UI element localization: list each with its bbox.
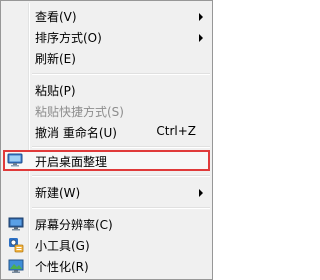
shortcut-key-label: Ctrl+Z: [156, 124, 196, 138]
menu-item-gadgets-label: 小工具(G): [35, 239, 90, 253]
submenu-arrow-icon: [199, 34, 203, 42]
menu-separator: [32, 175, 210, 177]
menu-item-paste-shortcut-label: 粘贴快捷方式(S): [35, 105, 124, 119]
menu-item-new-label: 新建(W): [35, 186, 81, 200]
display-icon: [8, 216, 24, 232]
menu-item-paste-shortcut: 粘贴快捷方式(S): [3, 100, 210, 122]
menu-item-personalize[interactable]: 个性化(R): [3, 255, 210, 277]
gadgets-icon: [8, 237, 24, 253]
menu-item-sort-label: 排序方式(O): [35, 31, 102, 45]
menu-separator: [32, 73, 210, 75]
menu-item-refresh[interactable]: 刷新(E): [3, 47, 210, 69]
monitor-icon: [7, 152, 23, 168]
menu-item-new[interactable]: 新建(W): [3, 181, 210, 203]
menu-separator: [32, 207, 210, 209]
menu-item-view[interactable]: 查看(V): [3, 5, 210, 27]
menu-item-sort[interactable]: 排序方式(O): [3, 26, 210, 48]
desktop-context-menu: 查看(V) 排序方式(O) 刷新(E) 粘贴(P) 粘贴快捷方式(S) 撤消 重…: [0, 0, 213, 280]
menu-item-open-desktop-organizer-label: 开启桌面整理: [35, 155, 108, 169]
submenu-arrow-icon: [199, 189, 203, 197]
menu-item-open-desktop-organizer[interactable]: 开启桌面整理: [3, 150, 210, 171]
submenu-arrow-icon: [199, 13, 203, 21]
menu-item-undo-rename-label: 撤消 重命名(U): [35, 126, 117, 140]
menu-item-personalize-label: 个性化(R): [35, 260, 89, 274]
menu-item-paste-label: 粘贴(P): [35, 84, 76, 98]
menu-item-view-label: 查看(V): [35, 10, 77, 24]
menu-item-screen-resolution-label: 屏幕分辨率(C): [35, 218, 113, 232]
menu-item-gadgets[interactable]: 小工具(G): [3, 234, 210, 256]
personalize-icon: [8, 258, 24, 274]
menu-item-paste[interactable]: 粘贴(P): [3, 79, 210, 101]
menu-item-screen-resolution[interactable]: 屏幕分辨率(C): [3, 213, 210, 235]
menu-item-refresh-label: 刷新(E): [35, 52, 76, 66]
menu-item-undo-rename[interactable]: 撤消 重命名(U) Ctrl+Z: [3, 121, 210, 143]
menu-separator: [32, 146, 210, 148]
